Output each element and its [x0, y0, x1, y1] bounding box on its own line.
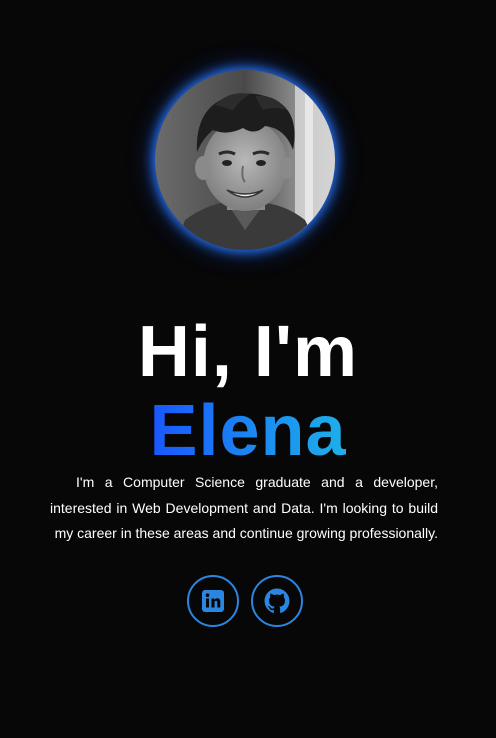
- bio-paragraph: I'm a Computer Science graduate and a de…: [50, 474, 438, 541]
- name-heading: Elena: [0, 390, 496, 472]
- avatar-photo: [155, 70, 335, 250]
- linkedin-icon: [202, 590, 224, 612]
- avatar: [155, 70, 335, 250]
- greeting-heading: Hi, I'm: [137, 312, 359, 392]
- hero-section: Hi, I'm Elena I'm a Computer Science gra…: [0, 0, 496, 738]
- social-links: [187, 575, 309, 629]
- github-button[interactable]: [251, 575, 303, 627]
- name-text: Elena: [149, 391, 347, 471]
- linkedin-button[interactable]: [187, 575, 239, 627]
- github-icon: [264, 588, 290, 614]
